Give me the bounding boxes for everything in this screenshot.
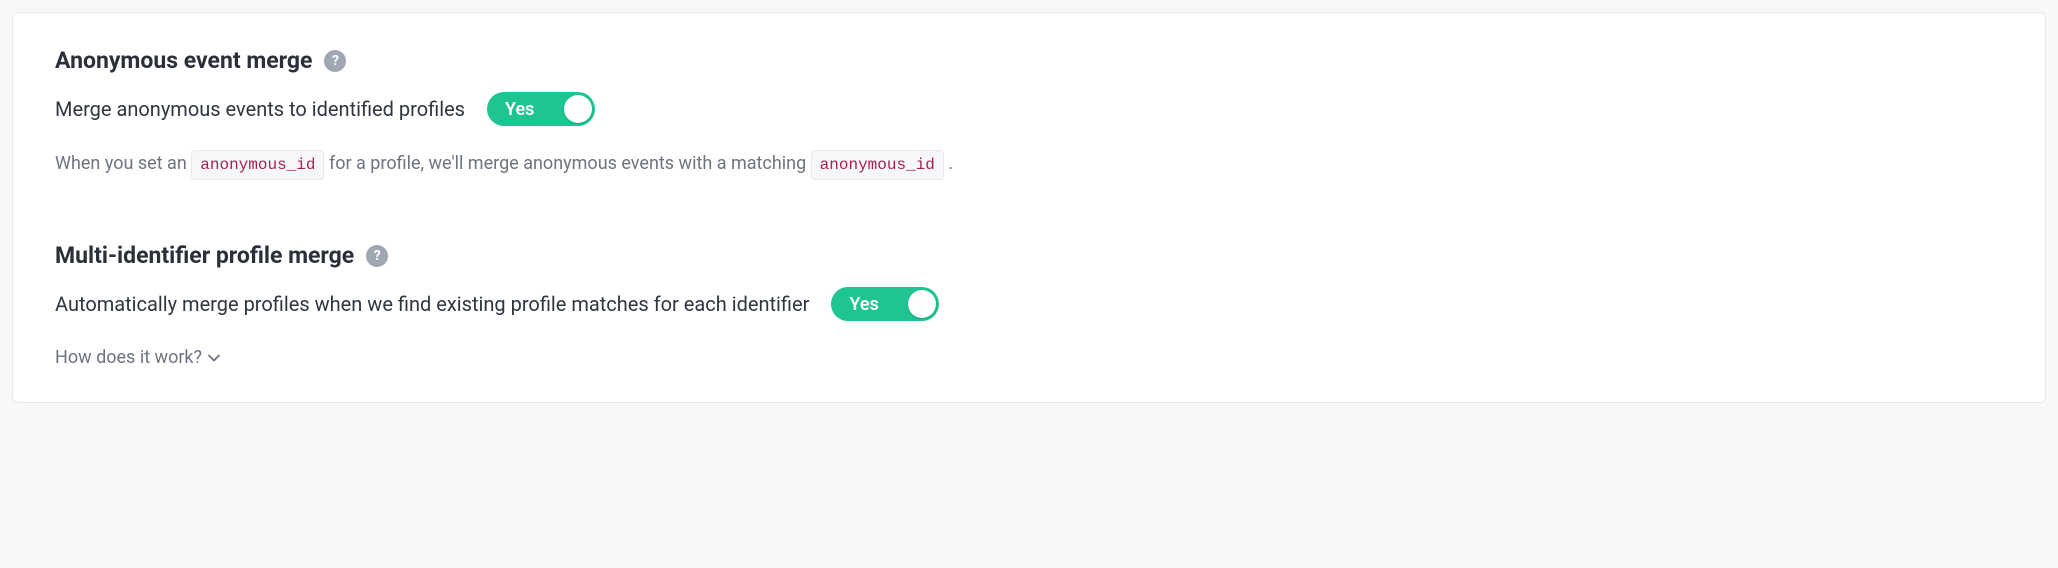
section-header: Multi-identifier profile merge ? [55,242,2003,269]
toggle-knob [564,95,592,123]
section-title: Anonymous event merge [55,47,312,74]
control-label: Automatically merge profiles when we fin… [55,292,809,316]
toggle-label: Yes [505,99,534,120]
code-chip-anonymous-id: anonymous_id [191,150,324,180]
control-label: Merge anonymous events to identified pro… [55,97,465,121]
section-header: Anonymous event merge ? [55,47,2003,74]
multi-identifier-merge-section: Multi-identifier profile merge ? Automat… [55,242,2003,368]
help-icon[interactable]: ? [324,50,346,72]
toggle-label: Yes [849,294,878,315]
how-does-it-work-link[interactable]: How does it work? [55,347,220,368]
multi-identifier-merge-toggle[interactable]: Yes [831,287,939,321]
code-chip-anonymous-id: anonymous_id [811,150,944,180]
desc-text: for a profile, we'll merge anonymous eve… [329,153,806,174]
help-icon[interactable]: ? [366,245,388,267]
section-title: Multi-identifier profile merge [55,242,354,269]
desc-text: . [948,153,953,174]
anonymous-event-merge-section: Anonymous event merge ? Merge anonymous … [55,47,2003,180]
chevron-down-icon [208,354,220,362]
expand-link-text: How does it work? [55,347,202,368]
control-row: Merge anonymous events to identified pro… [55,92,2003,126]
toggle-knob [908,290,936,318]
section-description: When you set an anonymous_id for a profi… [55,150,2003,180]
anonymous-merge-toggle[interactable]: Yes [487,92,595,126]
desc-text: When you set an [55,153,187,174]
control-row: Automatically merge profiles when we fin… [55,287,2003,321]
settings-card: Anonymous event merge ? Merge anonymous … [12,12,2046,403]
